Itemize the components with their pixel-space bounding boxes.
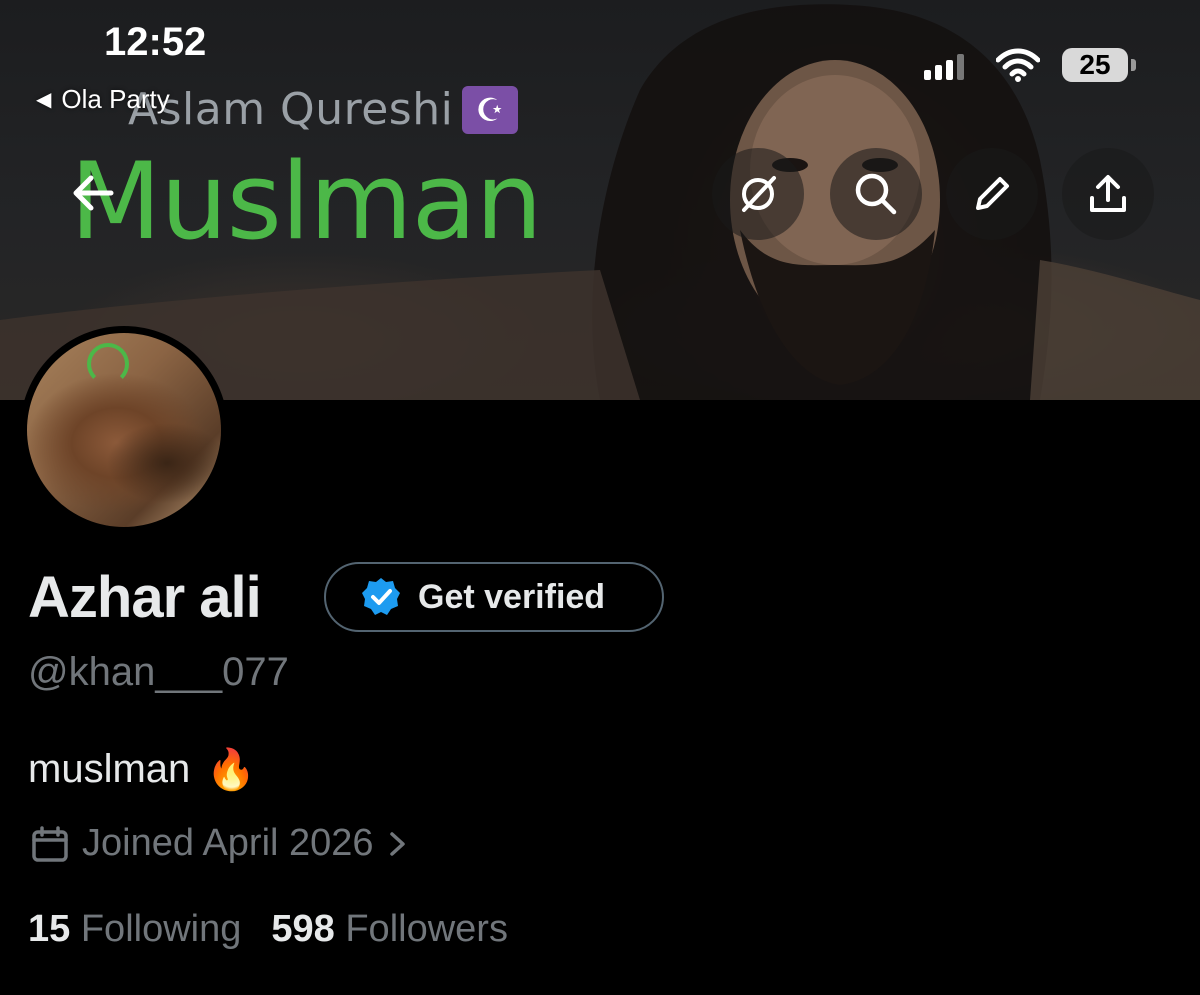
battery-level: 25 [1079,49,1111,80]
search-icon [855,173,897,215]
get-verified-button[interactable]: Get verified [324,562,664,632]
battery-indicator: 25 [1062,48,1128,82]
joined-date[interactable]: Joined April 2026 [30,822,410,865]
back-to-app-link[interactable]: ◀ Ola Party [36,84,170,115]
display-name: Azhar ali [28,565,262,630]
following-label: Following [80,908,242,950]
wifi-icon [996,48,1040,82]
calendar-icon [32,825,68,862]
verified-badge-icon [362,578,400,615]
pencil-icon [976,177,1009,210]
avatar-image [27,333,221,527]
search-button[interactable] [830,148,922,240]
share-button[interactable] [1062,148,1154,240]
followers-count: 598 [271,908,335,950]
cellular-signal-icon [924,54,964,80]
share-icon [1090,175,1126,212]
follow-stats: 15 Following 598 Followers [28,908,508,951]
bio-text: muslman [28,747,191,791]
bio: muslman 🔥 [28,746,256,793]
get-verified-label: Get verified [418,577,606,616]
followers-label: Followers [345,908,508,950]
banner-subtitle: Aslam Qureshi [128,84,454,135]
status-time: 12:52 [104,20,207,64]
username-handle: @khan___077 [28,650,289,694]
avatar[interactable] [20,326,228,534]
following-link[interactable]: 15 Following [28,908,241,951]
fire-emoji: 🔥 [206,748,257,792]
grok-button[interactable] [712,148,804,240]
arrow-left-icon [73,175,114,211]
followers-link[interactable]: 598 Followers [271,908,508,951]
banner-title: Muslman [70,140,543,263]
edit-button[interactable] [946,148,1038,240]
chevron-right-icon [389,831,405,856]
battery-tip [1131,59,1136,71]
joined-label: Joined April 2026 [82,822,374,864]
back-triangle-icon: ◀ [36,89,52,111]
back-button[interactable] [66,166,120,220]
grok-icon [742,176,776,212]
following-count: 15 [28,908,71,950]
crescent-star-icon: ☪ [462,86,518,134]
back-app-label: Ola Party [61,84,170,114]
